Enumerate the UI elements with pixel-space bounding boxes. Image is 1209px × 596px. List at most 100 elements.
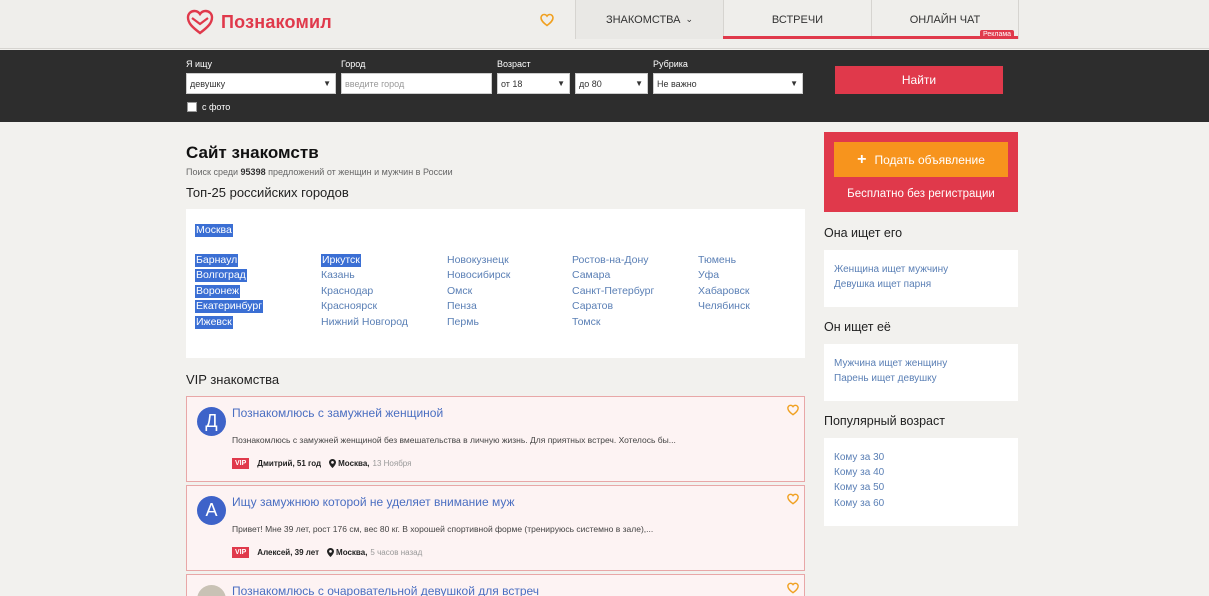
nav-item-dating[interactable]: Знакомства ⌄ bbox=[575, 0, 723, 39]
location-pin-icon bbox=[329, 459, 337, 468]
avatar: А bbox=[197, 496, 226, 525]
city-link[interactable]: Пермь bbox=[447, 316, 479, 329]
ad-badge: Реклама bbox=[980, 30, 1015, 39]
city-link[interactable]: Воронеж bbox=[195, 285, 241, 298]
side-link[interactable]: Кому за 30 bbox=[834, 452, 884, 463]
looking-for-field: Я ищу девушку ▼ bbox=[186, 59, 336, 94]
city-link[interactable]: Екатеринбург bbox=[195, 300, 264, 313]
main-nav: Знакомства ⌄ Встречи Онлайн чат bbox=[575, 0, 1019, 39]
post-date: 13 Ноября bbox=[372, 459, 412, 468]
city-link[interactable]: Тюмень bbox=[698, 254, 736, 267]
city-link[interactable]: Нижний Новгород bbox=[321, 316, 408, 329]
city-link[interactable]: Краснодар bbox=[321, 285, 373, 298]
location-city: Москва, bbox=[338, 459, 370, 468]
city-link[interactable]: Новосибирск bbox=[447, 269, 510, 282]
city-link[interactable]: Новокузнецк bbox=[447, 254, 509, 267]
city-label: Город bbox=[341, 59, 366, 69]
nav-underline bbox=[723, 36, 1018, 39]
category-label: Рубрика bbox=[653, 59, 688, 69]
city-link[interactable]: Казань bbox=[321, 269, 355, 282]
page-subtitle: Поиск среди 95398 предложений от женщин … bbox=[186, 167, 453, 177]
search-bar: Я ищу девушку ▼ Город введите город Возр… bbox=[0, 50, 1209, 122]
post-date: 5 часов назад bbox=[370, 548, 423, 557]
avatar: Д bbox=[197, 407, 226, 436]
top-cities-heading: Топ-25 российских городов bbox=[186, 185, 349, 200]
age-to-select[interactable]: до 80 ▼ bbox=[575, 73, 648, 94]
card-title-link[interactable]: Ищу замужнюю которой не уделяет внимание… bbox=[232, 495, 515, 509]
city-link[interactable]: Челябинск bbox=[698, 300, 750, 313]
city-link[interactable]: Уфа bbox=[698, 269, 719, 282]
dropdown-arrow-icon: ▼ bbox=[557, 79, 565, 88]
cities-panel: Москва Барнаул Волгоград Воронеж Екатери… bbox=[186, 209, 805, 358]
nav-item-meetings[interactable]: Встречи bbox=[723, 0, 871, 39]
heart-icon[interactable] bbox=[787, 493, 799, 505]
city-link[interactable]: Санкт-Петербург bbox=[572, 285, 654, 298]
heart-envelope-logo-icon bbox=[186, 9, 214, 35]
city-link[interactable]: Красноярск bbox=[321, 300, 377, 313]
vip-heading: VIP знакомства bbox=[186, 372, 280, 387]
checkbox-box[interactable] bbox=[187, 102, 197, 112]
location-pin-icon bbox=[327, 548, 335, 557]
city-link[interactable]: Саратов bbox=[572, 300, 613, 313]
logo-text: Познакомил bbox=[221, 11, 332, 32]
favorites-heart-icon[interactable] bbox=[540, 13, 554, 27]
logo[interactable]: Познакомил bbox=[186, 8, 332, 36]
popular-age-box: Кому за 30 Кому за 40 Кому за 50 Кому за… bbox=[824, 438, 1018, 526]
he-seeks-heading: Он ищет её bbox=[824, 320, 891, 334]
age-from-select[interactable]: от 18 ▼ bbox=[497, 73, 570, 94]
city-field: Город введите город bbox=[341, 59, 492, 94]
card-title-link[interactable]: Познакомлюсь с очаровательной девушкой д… bbox=[232, 584, 539, 596]
side-link[interactable]: Парень ищет девушку bbox=[834, 373, 937, 384]
heart-icon[interactable] bbox=[787, 582, 799, 594]
card-meta: VIP Алексей, 39 лет Москва, 5 часов наза… bbox=[232, 547, 422, 558]
city-link[interactable]: Иркутск bbox=[321, 254, 361, 267]
looking-for-select[interactable]: девушку ▼ bbox=[186, 73, 336, 94]
vip-card[interactable]: Познакомлюсь с очаровательной девушкой д… bbox=[186, 574, 805, 596]
city-link-moscow[interactable]: Москва bbox=[195, 224, 233, 237]
card-title-link[interactable]: Познакомлюсь с замужней женщиной bbox=[232, 406, 443, 420]
side-link[interactable]: Женщина ищет мужчину bbox=[834, 264, 948, 275]
promo-panel: + Подать объявление Бесплатно без регист… bbox=[824, 132, 1018, 212]
city-link[interactable]: Ростов-на-Дону bbox=[572, 254, 649, 267]
she-seeks-box: Женщина ищет мужчину Девушка ищет парня bbox=[824, 250, 1018, 307]
city-link[interactable]: Хабаровск bbox=[698, 285, 749, 298]
age-to-field: до 80 ▼ bbox=[575, 59, 648, 94]
promo-subtitle: Бесплатно без регистрации bbox=[847, 188, 995, 200]
city-link[interactable]: Пенза bbox=[447, 300, 477, 313]
with-photo-checkbox[interactable]: с фото bbox=[187, 102, 230, 112]
side-link[interactable]: Кому за 50 bbox=[834, 482, 884, 493]
side-link[interactable]: Кому за 40 bbox=[834, 467, 884, 478]
city-link[interactable]: Омск bbox=[447, 285, 472, 298]
location-city: Москва, bbox=[336, 548, 368, 557]
heart-icon[interactable] bbox=[787, 404, 799, 416]
side-link[interactable]: Девушка ищет парня bbox=[834, 279, 931, 290]
dropdown-arrow-icon: ▼ bbox=[635, 79, 643, 88]
age-from-field: Возраст от 18 ▼ bbox=[497, 59, 570, 94]
he-seeks-box: Мужчина ищет женщину Парень ищет девушку bbox=[824, 344, 1018, 401]
vip-badge: VIP bbox=[232, 547, 250, 558]
city-link[interactable]: Барнаул bbox=[195, 254, 239, 267]
author-name: Дмитрий, 51 год bbox=[257, 459, 322, 468]
side-link[interactable]: Кому за 60 bbox=[834, 498, 884, 509]
city-link[interactable]: Томск bbox=[572, 316, 601, 329]
post-ad-button[interactable]: + Подать объявление bbox=[834, 142, 1008, 177]
city-link[interactable]: Самара bbox=[572, 269, 610, 282]
chevron-down-icon: ⌄ bbox=[685, 14, 694, 24]
card-text: Привет! Мне 39 лет, рост 176 см, вес 80 … bbox=[232, 524, 654, 534]
card-meta: VIP Дмитрий, 51 год Москва, 13 Ноября bbox=[232, 458, 411, 469]
category-select[interactable]: Не важно ▼ bbox=[653, 73, 803, 94]
age-label: Возраст bbox=[497, 59, 531, 69]
vip-card[interactable]: А Ищу замужнюю которой не уделяет вниман… bbox=[186, 485, 805, 571]
plus-icon: + bbox=[857, 150, 867, 168]
author-name: Алексей, 39 лет bbox=[257, 548, 320, 557]
find-button[interactable]: Найти bbox=[835, 66, 1003, 94]
looking-for-label: Я ищу bbox=[186, 59, 213, 69]
side-link[interactable]: Мужчина ищет женщину bbox=[834, 358, 947, 369]
she-seeks-heading: Она ищет его bbox=[824, 226, 903, 240]
city-input[interactable]: введите город bbox=[341, 73, 492, 94]
vip-card[interactable]: Д Познакомлюсь с замужней женщиной Позна… bbox=[186, 396, 805, 482]
city-link[interactable]: Волгоград bbox=[195, 269, 247, 282]
city-link[interactable]: Ижевск bbox=[195, 316, 233, 329]
avatar-photo bbox=[197, 585, 226, 596]
popular-age-heading: Популярный возраст bbox=[824, 414, 945, 428]
